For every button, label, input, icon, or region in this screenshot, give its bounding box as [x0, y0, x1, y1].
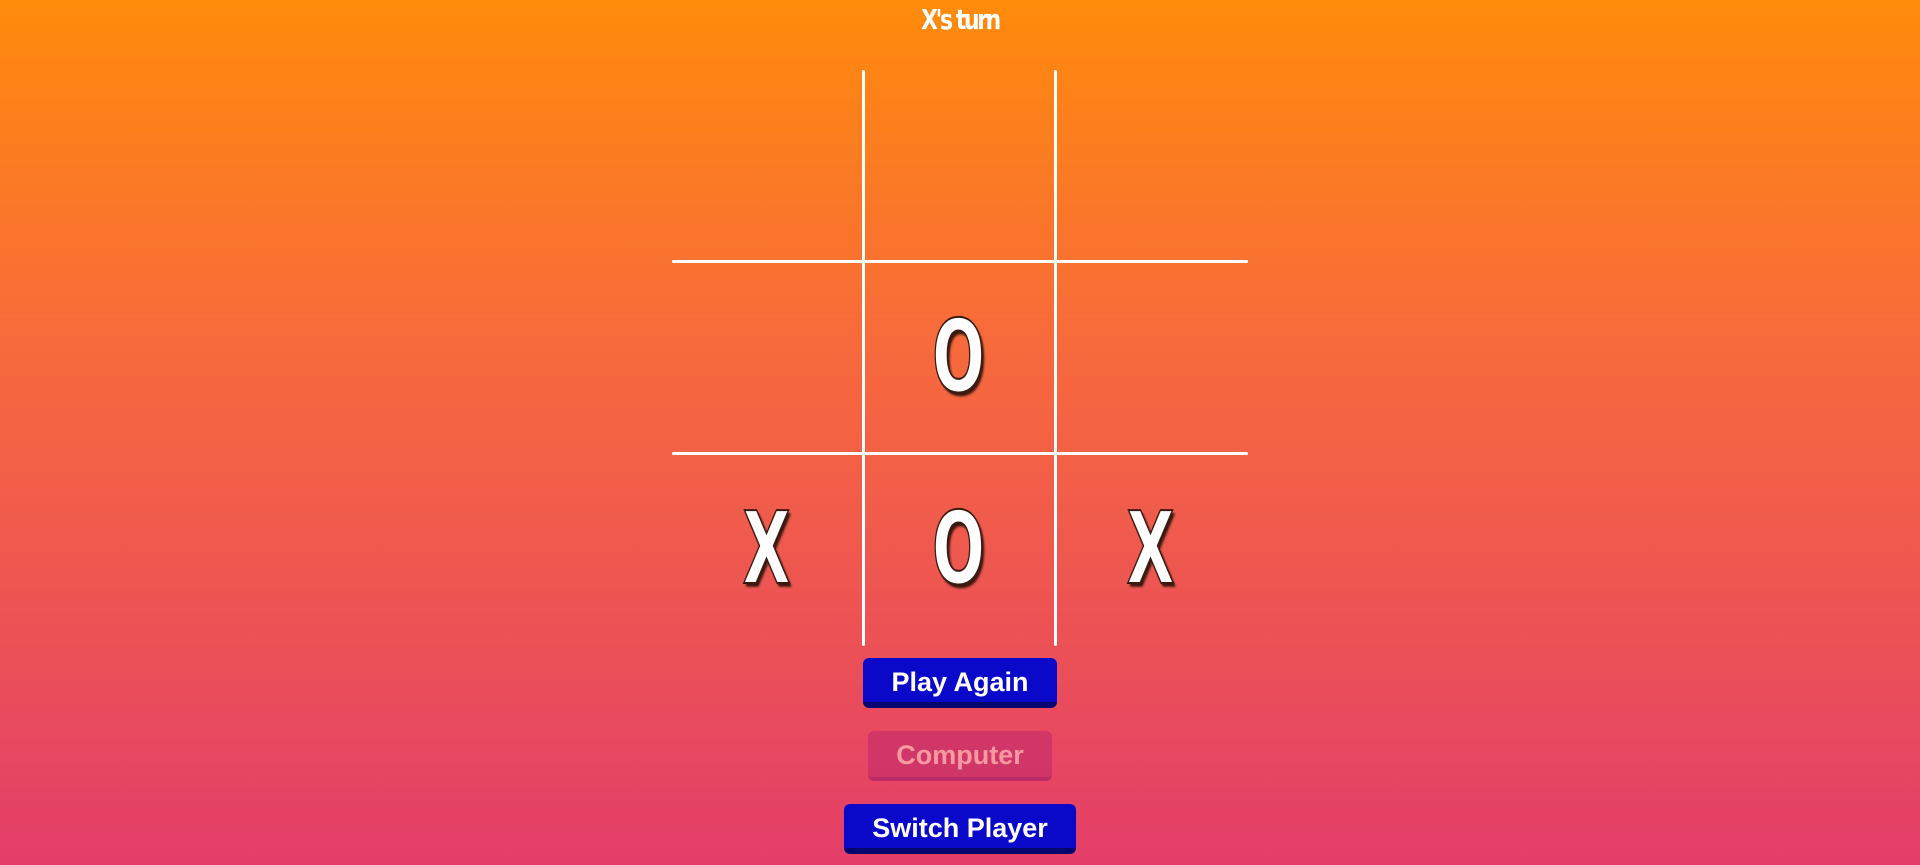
board-cell-3[interactable] [672, 262, 862, 452]
board-cell-2[interactable] [1056, 70, 1246, 260]
board-cell-4[interactable]: O [864, 262, 1054, 452]
board-cell-5[interactable] [1056, 262, 1246, 452]
board-cell-1[interactable] [864, 70, 1054, 260]
cell-mark: X [742, 490, 791, 607]
cell-mark: O [932, 298, 986, 415]
play-again-button[interactable]: Play Again [863, 658, 1057, 708]
cell-mark: O [932, 490, 986, 607]
cell-mark: X [1126, 490, 1175, 607]
game-board: O X O X [672, 70, 1248, 646]
board-cell-6[interactable]: X [672, 454, 862, 644]
turn-indicator: X's turn [921, 3, 1001, 36]
board-cell-8[interactable]: X [1056, 454, 1246, 644]
board-cell-0[interactable] [672, 70, 862, 260]
board-cell-7[interactable]: O [864, 454, 1054, 644]
switch-player-button[interactable]: Switch Player [844, 804, 1076, 854]
computer-button: Computer [868, 731, 1052, 781]
